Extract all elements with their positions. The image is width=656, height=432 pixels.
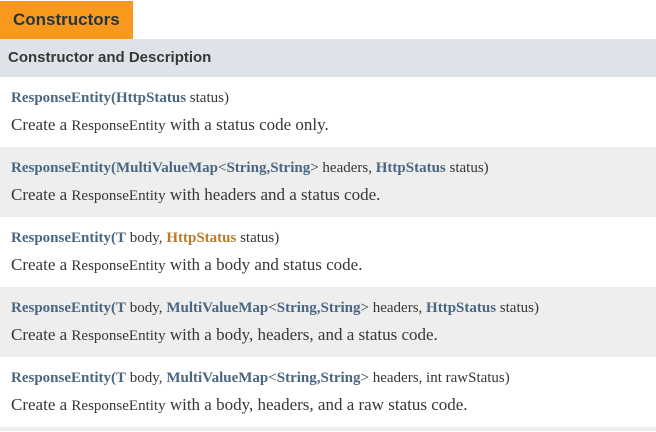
signature-text: body, xyxy=(126,370,167,386)
signature-text: status) xyxy=(496,300,539,316)
description-text: with a body and status code. xyxy=(165,255,363,274)
signature-link[interactable]: String xyxy=(277,370,317,386)
signature-link[interactable]: T xyxy=(116,300,126,316)
table-row: ResponseEntity(T body, MultiValueMap<Str… xyxy=(0,357,656,427)
table-row: ResponseEntity(T body, MultiValueMap<Str… xyxy=(0,287,656,357)
description-text: with a status code only. xyxy=(165,115,329,134)
constructor-signature: ResponseEntity(MultiValueMap<String,Stri… xyxy=(11,157,656,180)
signature-link[interactable]: T xyxy=(116,370,126,386)
signature-text: < xyxy=(268,300,277,316)
description-text: Create a xyxy=(11,395,72,414)
constructor-description: Create a ResponseEntity with a status co… xyxy=(11,111,656,140)
signature-text: > headers, xyxy=(360,300,427,316)
signature-link[interactable]: MultiValueMap xyxy=(166,300,268,316)
constructor-description: Create a ResponseEntity with a body, hea… xyxy=(11,391,656,420)
constructor-table-body: ResponseEntity(HttpStatus status) Create … xyxy=(0,77,656,427)
signature-link[interactable]: HttpStatus xyxy=(116,90,186,106)
description-text: with a body, headers, and a raw status c… xyxy=(165,395,468,414)
code-term: ResponseEntity xyxy=(71,188,166,204)
code-term: ResponseEntity xyxy=(71,118,166,134)
signature-text: status) xyxy=(236,230,280,246)
signature-link[interactable]: String xyxy=(270,160,310,176)
signature-text: status) xyxy=(186,90,229,106)
description-text: Create a xyxy=(11,185,72,204)
constructor-signature: ResponseEntity(T body, HttpStatus status… xyxy=(11,227,656,250)
signature-link[interactable]: MultiValueMap xyxy=(116,160,218,176)
signature-link[interactable]: String xyxy=(321,300,361,316)
signature-link[interactable]: ResponseEntity xyxy=(11,230,111,246)
code-term: ResponseEntity xyxy=(71,398,166,414)
table-bottom-edge xyxy=(0,427,656,431)
signature-link[interactable]: String xyxy=(321,370,361,386)
caption-bar: Constructors xyxy=(0,0,656,39)
signature-text: > headers, int rawStatus) xyxy=(360,370,510,386)
constructor-signature: ResponseEntity(HttpStatus status) xyxy=(11,87,656,110)
description-text: Create a xyxy=(11,115,72,134)
signature-link[interactable]: MultiValueMap xyxy=(166,370,268,386)
constructor-signature: ResponseEntity(T body, MultiValueMap<Str… xyxy=(11,297,656,320)
signature-text: < xyxy=(268,370,277,386)
signature-text: body, xyxy=(126,300,167,316)
signature-link[interactable]: T xyxy=(116,230,126,246)
description-text: with a body, headers, and a status code. xyxy=(165,325,438,344)
signature-link[interactable]: String xyxy=(277,300,317,316)
signature-link[interactable]: HttpStatus xyxy=(166,230,236,246)
signature-link[interactable]: ResponseEntity xyxy=(11,370,111,386)
table-row: ResponseEntity(T body, HttpStatus status… xyxy=(0,217,656,287)
section-caption: Constructors xyxy=(0,1,133,39)
constructor-summary: Constructors Constructor and Description… xyxy=(0,0,656,431)
table-row: ResponseEntity(HttpStatus status) Create … xyxy=(0,77,656,147)
description-text: Create a xyxy=(11,325,72,344)
table-header: Constructor and Description xyxy=(0,39,656,77)
constructor-description: Create a ResponseEntity with headers and… xyxy=(11,181,656,210)
constructor-signature: ResponseEntity(T body, MultiValueMap<Str… xyxy=(11,367,656,390)
signature-link[interactable]: HttpStatus xyxy=(426,300,496,316)
signature-link[interactable]: ResponseEntity xyxy=(11,90,111,106)
signature-link[interactable]: HttpStatus xyxy=(376,160,446,176)
code-term: ResponseEntity xyxy=(71,258,166,274)
signature-link[interactable]: String xyxy=(226,160,266,176)
description-text: with headers and a status code. xyxy=(165,185,381,204)
constructor-description: Create a ResponseEntity with a body and … xyxy=(11,251,656,280)
signature-text: status) xyxy=(445,160,489,176)
code-term: ResponseEntity xyxy=(71,328,166,344)
signature-text: > headers, xyxy=(310,160,376,176)
table-row: ResponseEntity(MultiValueMap<String,Stri… xyxy=(0,147,656,217)
signature-text: body, xyxy=(126,230,167,246)
signature-link[interactable]: ResponseEntity xyxy=(11,160,111,176)
signature-link[interactable]: ResponseEntity xyxy=(11,300,111,316)
constructor-description: Create a ResponseEntity with a body, hea… xyxy=(11,321,656,350)
description-text: Create a xyxy=(11,255,72,274)
